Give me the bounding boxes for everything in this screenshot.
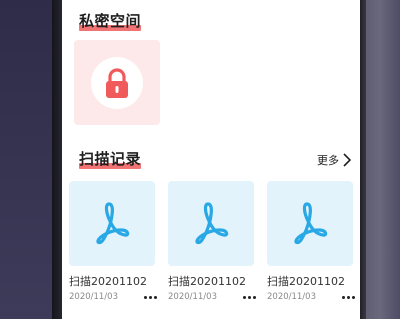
scan-records-title: 扫描记录 (79, 148, 142, 169)
private-space-title: 私密空间 (79, 10, 142, 31)
scan-record-date: 2020/11/03 (69, 292, 118, 302)
more-button[interactable]: 更多 (317, 152, 352, 168)
app-screen: 私密空间 扫描记录 更多 扫描20201102 2020/11/03 扫描202… (62, 0, 360, 319)
scan-record-date: 2020/11/03 (267, 292, 316, 302)
scan-record-name: 扫描20201102 (69, 275, 147, 288)
background-left (0, 0, 52, 319)
more-options-icon[interactable] (243, 295, 256, 299)
more-options-icon[interactable] (144, 295, 157, 299)
lock-badge (91, 57, 143, 109)
scan-record-date: 2020/11/03 (168, 292, 217, 302)
scan-thumbnail[interactable] (168, 181, 254, 266)
pdf-icon (96, 202, 130, 245)
pdf-icon (294, 202, 328, 245)
scan-record-card[interactable]: 扫描20201102 2020/11/03 (168, 181, 256, 302)
scan-record-card[interactable]: 扫描20201102 2020/11/03 (267, 181, 355, 302)
more-options-icon[interactable] (342, 295, 355, 299)
private-space-title-text: 私密空间 (79, 12, 142, 30)
lock-icon (106, 68, 128, 98)
scan-record-name: 扫描20201102 (168, 275, 246, 288)
background-right (360, 0, 400, 319)
pdf-icon (195, 202, 229, 245)
scan-thumbnail[interactable] (267, 181, 353, 266)
private-space-tile[interactable] (74, 40, 160, 125)
scan-record-name: 扫描20201102 (267, 275, 345, 288)
scan-thumbnail[interactable] (69, 181, 155, 266)
more-label: 更多 (317, 154, 339, 167)
scan-records-title-text: 扫描记录 (79, 150, 142, 168)
scan-record-card[interactable]: 扫描20201102 2020/11/03 (69, 181, 157, 302)
chevron-right-icon (343, 153, 352, 167)
